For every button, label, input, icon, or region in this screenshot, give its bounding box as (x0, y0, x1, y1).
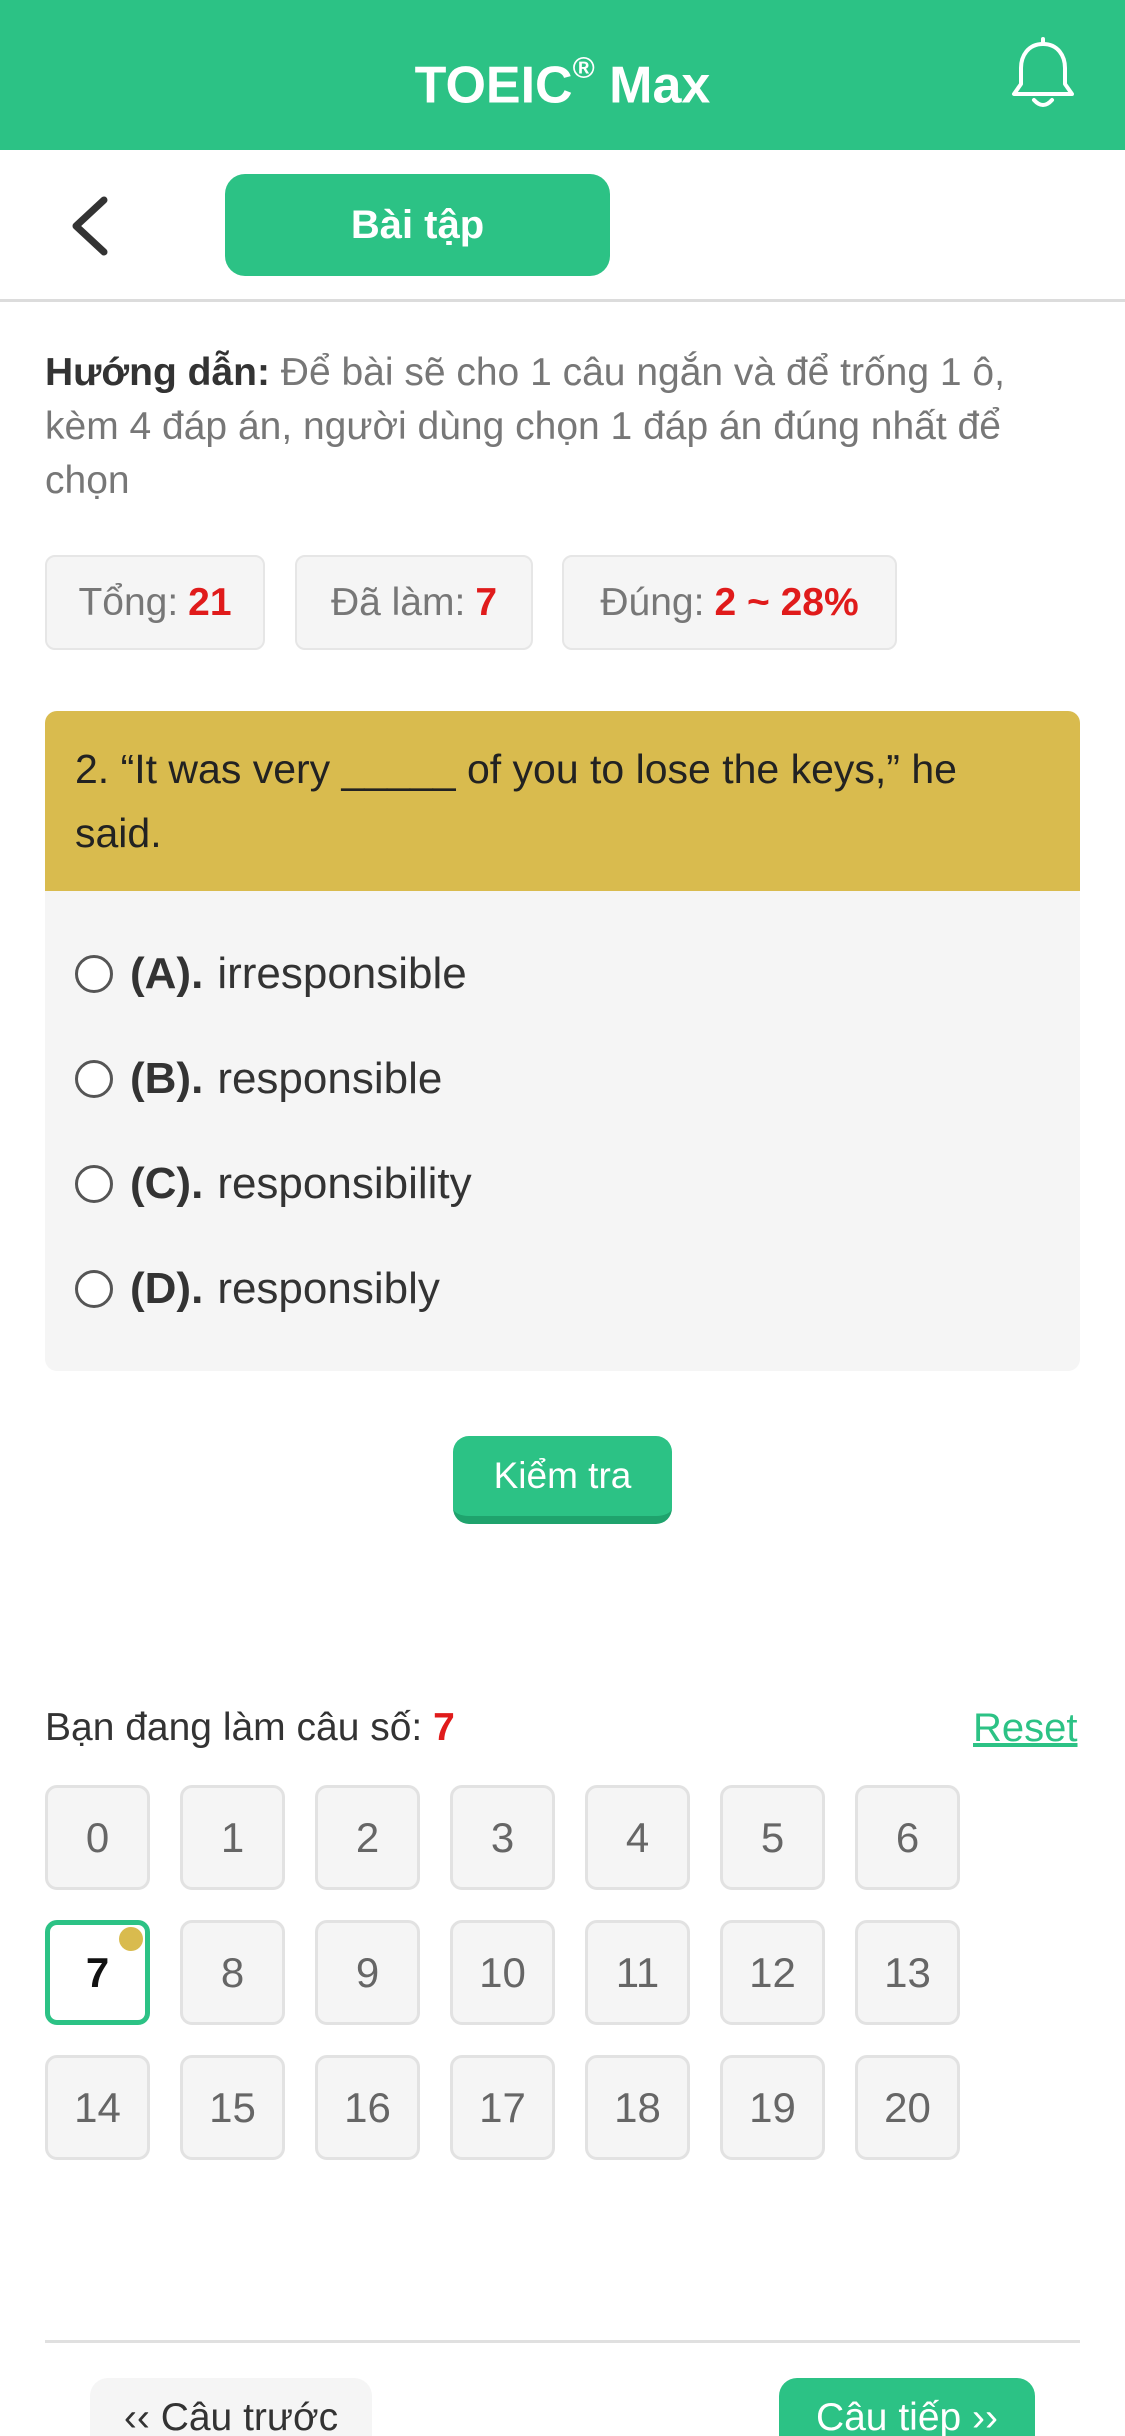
next-question-button[interactable]: Câu tiếp ›› (779, 2378, 1035, 2436)
question-number-16[interactable]: 16 (315, 2055, 420, 2160)
previous-question-button[interactable]: ‹‹ Câu trước (90, 2378, 372, 2436)
instructions-label: Hướng dẫn: (45, 351, 270, 394)
question-number-10[interactable]: 10 (450, 1920, 555, 2025)
question-number-20[interactable]: 20 (855, 2055, 960, 2160)
question-number-7[interactable]: 7 (45, 1920, 150, 2025)
reset-link[interactable]: Reset (973, 1700, 1078, 1756)
check-button[interactable]: Kiểm tra (453, 1436, 672, 1524)
current-question-indicator: Bạn đang làm câu số: 7 (45, 1706, 455, 1749)
question-number-3[interactable]: 3 (450, 1785, 555, 1890)
stat-done: Đã làm: 7 (295, 555, 533, 650)
app-title: TOEIC® Max (414, 52, 711, 115)
sub-toolbar: Bài tập (0, 150, 1125, 302)
question-number-15[interactable]: 15 (180, 2055, 285, 2160)
stat-correct: Đúng: 2 ~ 28% (562, 555, 897, 650)
question-number-4[interactable]: 4 (585, 1785, 690, 1890)
question-number-13[interactable]: 13 (855, 1920, 960, 2025)
exercise-tab-button[interactable]: Bài tập (225, 174, 610, 276)
stat-total: Tổng: 21 (45, 555, 265, 650)
bell-icon[interactable] (1008, 36, 1078, 112)
question-number-5[interactable]: 5 (720, 1785, 825, 1890)
divider (45, 2340, 1080, 2343)
instructions: Hướng dẫn: Để bài sẽ cho 1 câu ngắn và đ… (45, 346, 1085, 508)
question-number-19[interactable]: 19 (720, 2055, 825, 2160)
question-number-14[interactable]: 14 (45, 2055, 150, 2160)
chevron-left-icon[interactable] (62, 194, 122, 258)
radio-a[interactable] (75, 955, 113, 993)
question-number-1[interactable]: 1 (180, 1785, 285, 1890)
app-header: TOEIC® Max (0, 0, 1125, 150)
radio-c[interactable] (75, 1165, 113, 1203)
question-number-11[interactable]: 11 (585, 1920, 690, 2025)
question-number-6[interactable]: 6 (855, 1785, 960, 1890)
question-number-2[interactable]: 2 (315, 1785, 420, 1890)
current-indicator-dot (119, 1927, 143, 1951)
question-number-8[interactable]: 8 (180, 1920, 285, 2025)
question-number-17[interactable]: 17 (450, 2055, 555, 2160)
question-number-12[interactable]: 12 (720, 1920, 825, 2025)
question-card: 2. “It was very _____ of you to lose the… (45, 711, 1080, 1371)
question-number-9[interactable]: 9 (315, 1920, 420, 2025)
radio-b[interactable] (75, 1060, 113, 1098)
question-text: 2. “It was very _____ of you to lose the… (45, 711, 1080, 891)
question-number-18[interactable]: 18 (585, 2055, 690, 2160)
radio-d[interactable] (75, 1270, 113, 1308)
question-number-0[interactable]: 0 (45, 1785, 150, 1890)
